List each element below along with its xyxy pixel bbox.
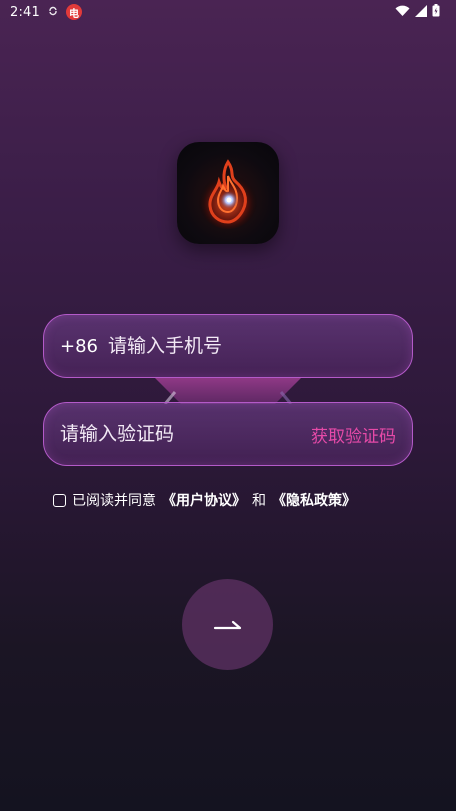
get-code-button[interactable]: 获取验证码 <box>311 422 396 447</box>
agreement-and: 和 <box>252 493 266 509</box>
signal-icon <box>415 4 427 17</box>
arrow-right-icon <box>213 620 241 629</box>
battery-icon <box>432 4 440 17</box>
user-agreement-link[interactable]: 《用户协议》 <box>162 490 246 510</box>
status-right <box>395 4 440 17</box>
status-time: 2:41 <box>10 4 40 20</box>
field-connector <box>155 378 301 404</box>
country-code[interactable]: +86 <box>60 336 98 357</box>
agreement-row: 已阅读并同意 《用户协议》和《隐私政策》 <box>53 490 356 510</box>
phone-input[interactable] <box>108 335 396 357</box>
phone-field[interactable]: +86 <box>43 314 413 378</box>
notification-badge: 电 <box>66 4 82 20</box>
sync-icon <box>48 6 58 19</box>
sync-icon-svg <box>49 6 57 15</box>
flame-logo-icon <box>198 159 258 229</box>
next-button[interactable] <box>182 579 273 670</box>
verification-code-input[interactable] <box>60 423 311 445</box>
privacy-policy-link[interactable]: 《隐私政策》 <box>272 490 356 510</box>
status-left: 2:41 电 <box>10 4 82 20</box>
status-bar: 2:41 电 <box>0 0 456 24</box>
agreement-checkbox[interactable] <box>53 493 66 507</box>
wifi-icon <box>395 5 410 16</box>
verification-code-field[interactable]: 获取验证码 <box>43 402 413 466</box>
app-logo <box>177 142 279 244</box>
agreement-prefix: 已阅读并同意 <box>72 493 156 509</box>
